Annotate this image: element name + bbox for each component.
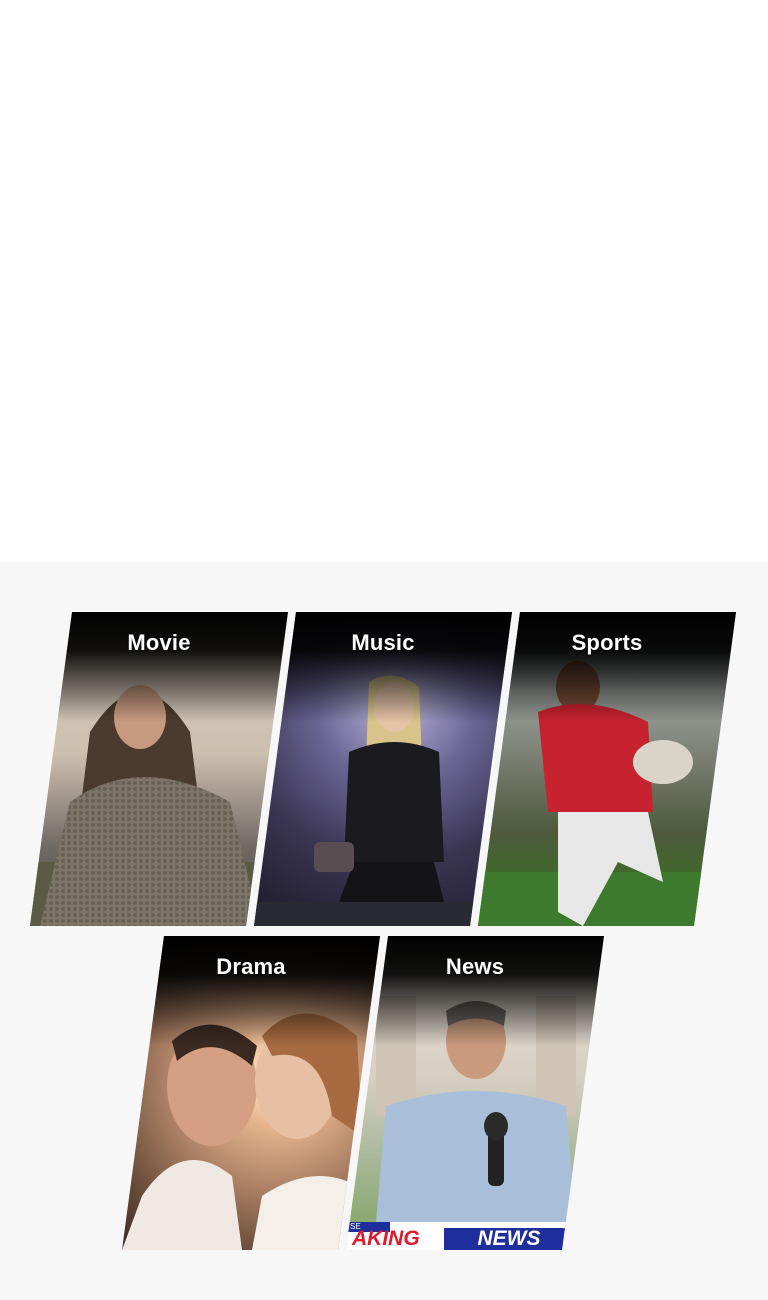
label-gradient bbox=[478, 612, 736, 722]
label-gradient bbox=[122, 936, 380, 1046]
genre-card-drama[interactable]: Drama bbox=[122, 936, 380, 1250]
ticker-news-text: NEWS bbox=[444, 1228, 574, 1250]
label-gradient bbox=[254, 612, 512, 722]
genre-card-music[interactable]: Music bbox=[254, 612, 512, 926]
breaking-news-ticker: SE AKING NEWS bbox=[346, 1222, 604, 1250]
genre-label-movie: Movie bbox=[127, 630, 191, 655]
genre-label-news: News bbox=[445, 954, 505, 979]
label-gradient bbox=[30, 612, 288, 722]
label-gradient bbox=[346, 936, 604, 1046]
genre-card-sports[interactable]: Sports bbox=[478, 612, 736, 926]
blank-header-area bbox=[0, 0, 768, 562]
genre-card-movie[interactable]: Movie bbox=[30, 612, 288, 926]
genre-card-news[interactable]: News SE AKING NEWS bbox=[346, 936, 604, 1250]
genre-label-music: Music bbox=[351, 630, 415, 655]
genre-label-sports: Sports bbox=[571, 630, 643, 655]
genre-label-drama: Drama bbox=[216, 954, 286, 979]
genre-grid: Movie Music Sports Drama News SE AKING N… bbox=[0, 562, 768, 1300]
